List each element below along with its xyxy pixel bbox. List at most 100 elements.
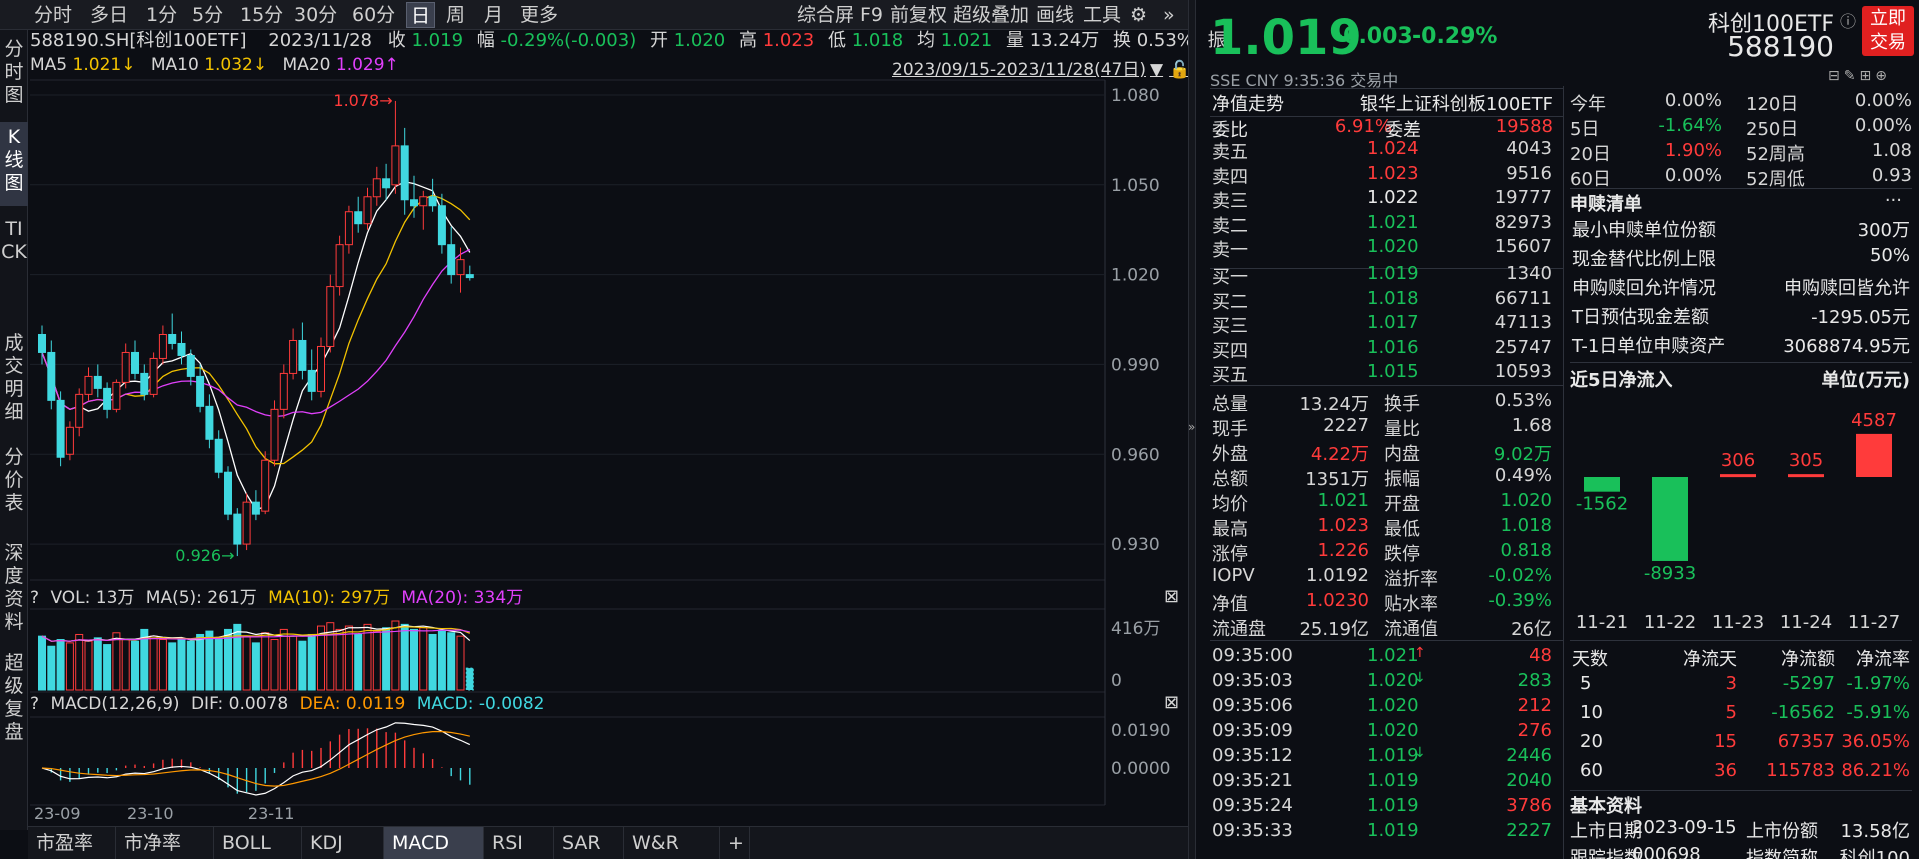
info-icon[interactable]: ⓘ — [1840, 8, 1856, 32]
volume-bar — [205, 630, 214, 691]
panel-tool-icons[interactable]: ⊟✎⊞⊕ — [1828, 68, 1891, 84]
candle[interactable] — [354, 196, 363, 233]
bid-row[interactable]: 买三 1.017 47113 — [1212, 312, 1552, 337]
candle[interactable] — [419, 190, 428, 230]
tick-volume: 276 — [1517, 720, 1552, 741]
candle[interactable] — [103, 382, 112, 419]
tick-price: 1.020 — [1367, 720, 1419, 741]
candle[interactable] — [344, 205, 353, 254]
bid-row[interactable]: 买四 1.016 25747 — [1212, 337, 1552, 362]
indicator-tab-1[interactable]: 市净率 — [116, 827, 214, 859]
redeem-label: 最小申赎单位份额 — [1572, 220, 1716, 241]
candle[interactable] — [242, 493, 251, 551]
candle[interactable] — [326, 274, 335, 353]
candle[interactable] — [363, 187, 372, 230]
ask-row[interactable]: 卖五 1.024 4043 — [1212, 138, 1552, 163]
ask-row[interactable]: 卖四 1.023 9516 — [1212, 163, 1552, 188]
tick-row: 09:35:12 1.019 ↓ 2446 — [1212, 745, 1552, 767]
candle[interactable] — [289, 328, 298, 380]
candle[interactable] — [84, 367, 93, 401]
candle[interactable] — [47, 340, 56, 410]
bid-price: 1.017 — [1367, 312, 1419, 333]
volume-bar — [307, 633, 316, 691]
candle[interactable] — [391, 100, 400, 194]
candle[interactable] — [298, 322, 307, 380]
ask-price: 1.020 — [1367, 236, 1419, 257]
trade-now-button[interactable]: 立即 交易 — [1862, 6, 1914, 56]
candle[interactable] — [270, 400, 279, 467]
bid-row[interactable]: 买五 1.015 10593 — [1212, 361, 1552, 386]
candle[interactable] — [140, 364, 149, 401]
vol-ma5: MA(5): 261万 — [145, 588, 257, 608]
candle[interactable] — [177, 331, 186, 365]
indicator-tab-4[interactable]: MACD — [384, 827, 484, 859]
tick-time: 09:35:03 — [1212, 670, 1293, 691]
candle[interactable] — [149, 352, 158, 398]
candle[interactable] — [456, 247, 465, 293]
candle[interactable] — [233, 508, 242, 557]
volume-close-icon[interactable]: ⊠ — [1164, 586, 1179, 607]
candle[interactable] — [400, 127, 409, 215]
indicator-tab-5[interactable]: RSI — [484, 827, 554, 859]
help-icon[interactable]: ? — [30, 694, 39, 714]
tick-volume: 2040 — [1506, 770, 1552, 791]
indicator-tab-0[interactable]: 市盈率 — [28, 827, 116, 859]
more-icon[interactable]: ··· — [1885, 190, 1902, 211]
candle[interactable] — [437, 193, 446, 254]
tick-row: 09:35:33 1.019 2227 — [1212, 820, 1552, 842]
candle[interactable] — [307, 349, 316, 401]
candle[interactable] — [75, 388, 84, 437]
indicator-tab-6[interactable]: SAR — [554, 827, 624, 859]
candle[interactable] — [205, 394, 214, 449]
candle[interactable] — [447, 226, 456, 284]
candle[interactable] — [112, 379, 121, 413]
stat-value: -0.02% — [1488, 565, 1552, 586]
help-icon[interactable]: ? — [30, 588, 39, 608]
indicator-tab-2[interactable]: BOLL — [214, 827, 302, 859]
flow-days: 10 — [1580, 702, 1603, 723]
candle[interactable] — [279, 364, 288, 419]
tick-volume: 2227 — [1506, 820, 1552, 841]
candle[interactable] — [261, 451, 270, 515]
panel-divider[interactable]: » — [1188, 0, 1196, 859]
candle[interactable] — [131, 340, 139, 380]
bid-row[interactable]: 买一 1.019 1340 — [1212, 263, 1552, 288]
volume-bar — [84, 640, 93, 691]
candle[interactable] — [372, 166, 381, 206]
ask-row[interactable]: 卖三 1.022 19777 — [1212, 187, 1552, 212]
wb-value: 6.91% — [1334, 116, 1392, 137]
flow-up-days: 3 — [1725, 673, 1737, 694]
candle[interactable] — [65, 421, 74, 461]
volume-bar — [335, 628, 344, 691]
indicator-tab-3[interactable]: KDJ — [302, 827, 384, 859]
add-tab-icon[interactable]: + — [720, 827, 750, 859]
stat-value: 1351万 — [1305, 469, 1369, 490]
candle[interactable] — [158, 325, 167, 365]
candle[interactable] — [465, 265, 474, 281]
candle[interactable] — [93, 364, 102, 398]
candle[interactable] — [382, 163, 391, 200]
candle[interactable] — [251, 490, 260, 521]
stat-label: 流通值 — [1384, 619, 1438, 640]
volume-bar — [103, 644, 112, 691]
candle[interactable] — [214, 430, 223, 479]
indicator-tab-7[interactable]: W&R — [624, 827, 720, 859]
candle[interactable] — [121, 343, 130, 389]
candle[interactable] — [317, 337, 325, 398]
stat-label: 开盘 — [1384, 494, 1420, 515]
macd-name: MACD(12,26,9) — [50, 694, 180, 714]
price-change: -0.003 — [1334, 24, 1413, 49]
candle[interactable] — [56, 391, 65, 467]
candle[interactable] — [168, 313, 177, 350]
candle[interactable] — [196, 364, 205, 413]
macd-close-icon[interactable]: ⊠ — [1164, 692, 1179, 713]
ask-row[interactable]: 卖二 1.021 82973 — [1212, 211, 1552, 237]
candle[interactable] — [335, 235, 344, 296]
ask-row[interactable]: 卖一 1.020 15607 — [1212, 236, 1552, 261]
row-separator — [1570, 640, 1912, 641]
bid-row[interactable]: 买二 1.018 66711 — [1212, 288, 1552, 313]
perf-row: 20日 1.90% 52周高 1.08 — [1570, 140, 1912, 165]
flow-rate: -1.97% — [1846, 673, 1910, 694]
ask-volume: 82973 — [1494, 211, 1552, 233]
candle[interactable] — [224, 466, 232, 521]
